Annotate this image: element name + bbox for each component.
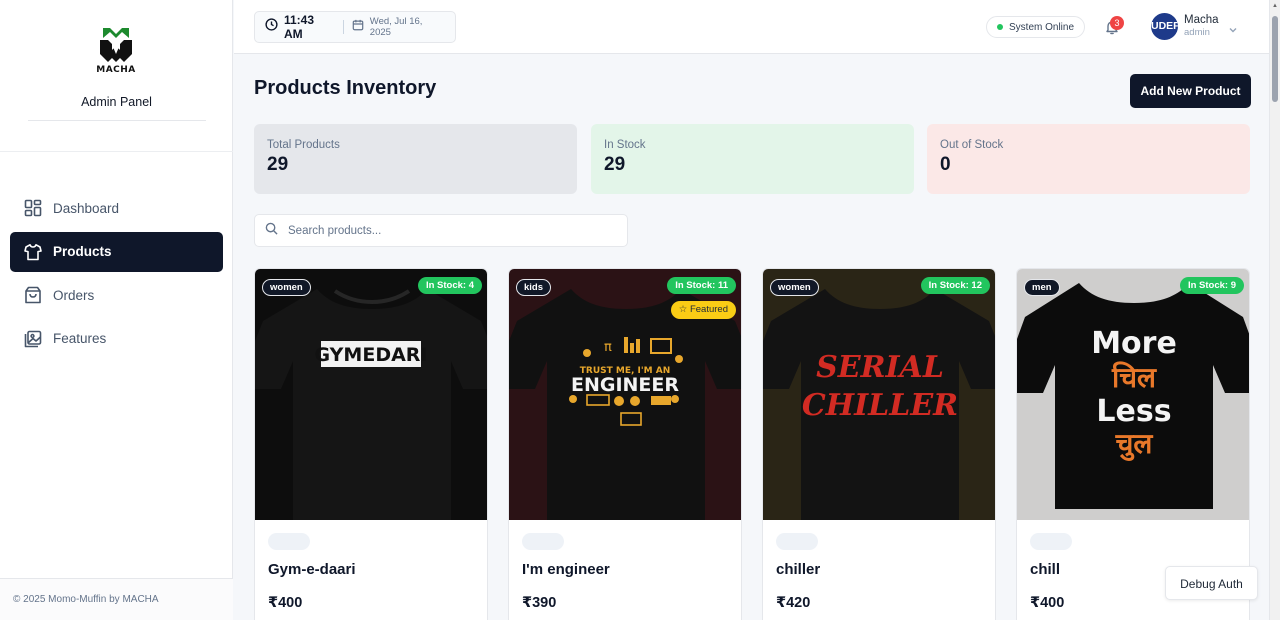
brand-logo[interactable]: MACHA: [94, 24, 138, 82]
sidebar-item-label: Dashboard: [53, 200, 120, 216]
gallery-icon: [23, 329, 43, 349]
tshirt-image: GYMEDARI: [255, 289, 487, 520]
product-image[interactable]: GYMEDARI women In Stock: 4: [255, 269, 487, 520]
sidebar-item-dashboard[interactable]: Dashboard: [10, 188, 223, 228]
stock-badge: In Stock: 12: [920, 277, 990, 294]
product-price: ₹390: [522, 595, 557, 611]
divider: [0, 151, 233, 152]
notification-count-badge[interactable]: 3: [1110, 16, 1124, 30]
add-new-product-button[interactable]: Add New Product: [1130, 74, 1251, 108]
product-name: chiller: [776, 561, 821, 578]
sidebar-item-features[interactable]: Features: [10, 319, 223, 359]
sidebar-nav: Dashboard Products Orders Features: [10, 188, 223, 362]
shirt-icon: [23, 242, 43, 262]
print-text: GYMEDARI: [315, 344, 428, 366]
print-text: ENGINEER: [571, 374, 679, 396]
print-text: Less: [1096, 394, 1171, 429]
clock-widget: 11:43 AM Wed, Jul 16, 2025: [254, 11, 456, 43]
user-name: Macha: [1184, 14, 1219, 26]
page-title: Products Inventory: [254, 77, 437, 99]
product-price: ₹420: [776, 595, 811, 611]
stock-badge: In Stock: 4: [417, 277, 482, 294]
divider: [342, 20, 344, 34]
product-price: ₹400: [268, 595, 303, 611]
search-input[interactable]: [288, 224, 608, 237]
sidebar-item-products[interactable]: Products: [10, 231, 223, 272]
dashboard-icon: [23, 198, 43, 218]
scrollbar-thumb[interactable]: [1272, 16, 1278, 102]
stat-card-in-stock: In Stock 29: [591, 124, 914, 194]
search-icon: [265, 222, 278, 240]
avatar[interactable]: UDEF: [1151, 13, 1178, 40]
stat-value: 29: [604, 154, 626, 175]
product-tag-placeholder: [268, 533, 310, 550]
page-scrollbar[interactable]: ▲: [1269, 0, 1280, 620]
clock-icon: [265, 18, 278, 36]
chevron-down-icon[interactable]: [1228, 22, 1238, 40]
product-card[interactable]: π TRUST ME, I'M AN ENGINEER kids In Stoc…: [508, 268, 742, 620]
bag-icon: [23, 285, 43, 305]
divider: [28, 120, 206, 121]
sidebar-item-label: Orders: [53, 287, 95, 303]
stat-card-total-products: Total Products 29: [254, 124, 577, 194]
macha-logo-icon: [100, 28, 132, 62]
product-tag-placeholder: [522, 533, 564, 550]
featured-badge: ☆ Featured: [670, 301, 736, 319]
status-dot-icon: [997, 24, 1003, 30]
print-text: CHILLER: [802, 388, 958, 423]
user-role: admin: [1184, 27, 1210, 38]
print-text: चिल: [1111, 361, 1157, 394]
sidebar-item-label: Products: [53, 244, 112, 259]
stock-badge: In Stock: 9: [1179, 277, 1244, 294]
product-name: Gym-e-daari: [268, 561, 356, 578]
sidebar-footer: © 2025 Momo-Muffin by MACHA: [0, 578, 233, 620]
print-text: More: [1091, 326, 1177, 361]
category-badge: men: [1024, 279, 1060, 296]
print-text: चुल: [1115, 427, 1154, 461]
panel-title: Admin Panel: [81, 95, 152, 109]
svg-text:π: π: [604, 340, 612, 355]
tshirt-image: More चिल Less चुल: [1017, 283, 1249, 509]
star-icon: ☆: [678, 304, 688, 315]
product-image[interactable]: More चिल Less चुल men In Stock: 9: [1017, 269, 1249, 520]
stat-card-out-of-stock: Out of Stock 0: [927, 124, 1250, 194]
product-tag-placeholder: [1030, 533, 1072, 550]
stat-value: 0: [940, 154, 951, 175]
stat-label: Total Products: [267, 139, 340, 151]
calendar-icon: [352, 18, 364, 36]
product-price: ₹400: [1030, 595, 1065, 611]
category-badge: women: [262, 279, 311, 296]
product-image[interactable]: π TRUST ME, I'M AN ENGINEER kids In Stoc…: [509, 269, 741, 520]
current-date: Wed, Jul 16, 2025: [369, 16, 423, 38]
stat-value: 29: [267, 154, 289, 175]
product-card[interactable]: GYMEDARI women In Stock: 4 Gym-e-daari ₹…: [254, 268, 488, 620]
logo-text: MACHA: [96, 65, 136, 75]
print-text: SERIAL: [816, 350, 944, 385]
stat-label: In Stock: [604, 139, 646, 151]
category-badge: kids: [516, 279, 552, 296]
search-box: [254, 214, 628, 247]
product-name: chill: [1030, 561, 1061, 578]
product-card[interactable]: SERIAL CHILLER women In Stock: 12 chille…: [762, 268, 996, 620]
sidebar: MACHA Admin Panel Dashboard Products Ord…: [0, 0, 233, 620]
featured-label: Featured: [689, 304, 728, 315]
product-tag-placeholder: [776, 533, 818, 550]
tshirt-image: SERIAL CHILLER: [763, 289, 995, 520]
debug-auth-button[interactable]: Debug Auth: [1165, 566, 1258, 600]
category-badge: women: [770, 279, 819, 296]
product-name: I'm engineer: [522, 561, 610, 578]
current-time: 11:43 AM: [284, 13, 315, 41]
stock-badge: In Stock: 11: [667, 277, 736, 294]
sidebar-item-orders[interactable]: Orders: [10, 275, 223, 315]
user-menu[interactable]: Macha admin: [1184, 14, 1219, 38]
top-header: 11:43 AM Wed, Jul 16, 2025 System Online…: [234, 0, 1269, 54]
stat-label: Out of Stock: [940, 139, 1004, 151]
status-text: System Online: [1009, 21, 1075, 33]
system-status-badge: System Online: [986, 16, 1086, 38]
product-image[interactable]: SERIAL CHILLER women In Stock: 12: [763, 269, 995, 520]
sidebar-item-label: Features: [53, 331, 107, 346]
scroll-up-icon[interactable]: ▲: [1272, 3, 1278, 9]
